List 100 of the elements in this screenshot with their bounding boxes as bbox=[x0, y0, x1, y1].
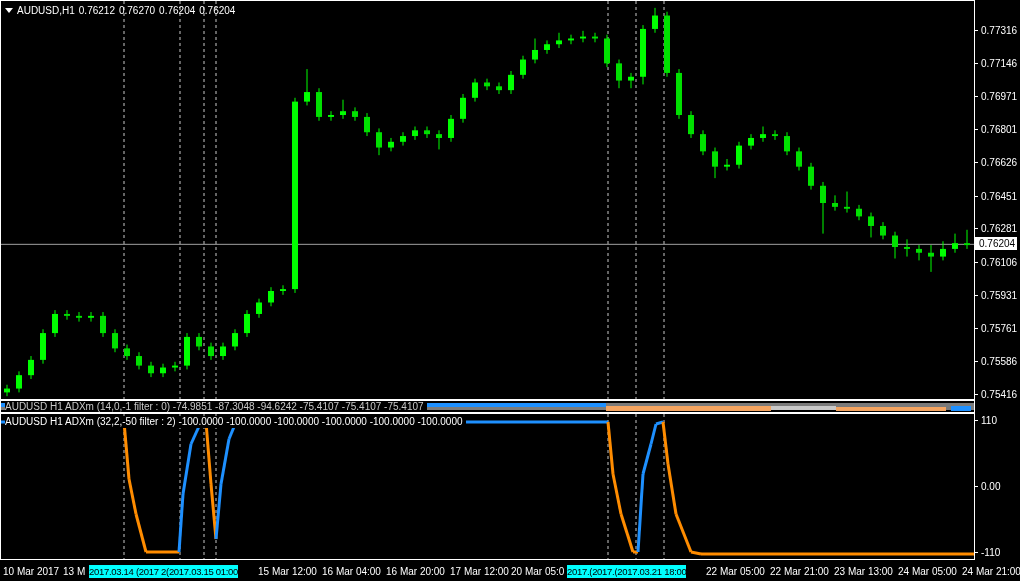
candlestick bbox=[832, 194, 838, 212]
candlestick bbox=[400, 131, 406, 147]
indicator-axis-label: 0.00 bbox=[975, 480, 1020, 493]
time-label: 17 Mar 12:00 bbox=[450, 566, 509, 577]
candlestick bbox=[388, 137, 394, 152]
candlestick bbox=[148, 361, 154, 378]
time-marker: 2017.03.21 18:00 bbox=[617, 565, 687, 578]
candlestick bbox=[784, 131, 790, 156]
candlestick bbox=[808, 162, 814, 191]
candlestick bbox=[760, 125, 766, 143]
candlestick bbox=[256, 298, 262, 319]
time-label: 15 Mar 12:00 bbox=[258, 566, 317, 577]
time-label: 10 Mar 2017 bbox=[3, 566, 60, 577]
symbol-title: AUDUSD,H1 bbox=[17, 5, 75, 16]
candlestick bbox=[772, 129, 778, 141]
candlestick bbox=[544, 39, 550, 55]
candlestick bbox=[52, 309, 58, 338]
candlestick bbox=[700, 129, 706, 156]
price-label: 0.76971 bbox=[975, 90, 1018, 104]
candlestick bbox=[856, 204, 862, 221]
price-label: 0.75761 bbox=[975, 321, 1018, 335]
price-label: 0.76281 bbox=[975, 222, 1018, 236]
time-marker: 2017.03.15 01:00 bbox=[168, 565, 239, 578]
indicator-title: AUDUSD H1 ADXm (14,0,-1 filter : 0) -74.9851 -87.3048 -94.6242 -75.4107 -75.4107 -75.4107 bbox=[5, 401, 427, 412]
candlestick bbox=[928, 244, 934, 273]
candlestick bbox=[376, 127, 382, 156]
candlestick bbox=[196, 332, 202, 351]
quote-value: 0.76204 bbox=[199, 5, 236, 16]
candlestick bbox=[508, 70, 514, 95]
candlestick bbox=[484, 78, 490, 91]
candlestick bbox=[172, 361, 178, 372]
candlestick bbox=[652, 7, 658, 34]
candlestick bbox=[736, 141, 742, 170]
candlestick bbox=[796, 147, 802, 171]
candlestick bbox=[472, 78, 478, 103]
candlestick bbox=[28, 355, 34, 380]
candlestick bbox=[532, 37, 538, 64]
candlestick bbox=[124, 344, 130, 361]
price-label: 0.75931 bbox=[975, 289, 1018, 303]
candlestick bbox=[88, 311, 94, 323]
candlestick bbox=[436, 129, 442, 150]
candlestick bbox=[520, 55, 526, 80]
quote-value: 0.76270 bbox=[118, 5, 156, 16]
candlestick bbox=[688, 110, 694, 139]
candlestick bbox=[940, 240, 946, 261]
price-label: 0.76801 bbox=[975, 122, 1018, 136]
time-label: 24 Mar 21:00 bbox=[962, 566, 1020, 577]
time-label: 16 Mar 20:00 bbox=[386, 566, 445, 577]
candlestick bbox=[364, 112, 370, 137]
indicator-axis-label: -110 bbox=[975, 546, 1020, 559]
price-label: 0.77146 bbox=[975, 56, 1018, 70]
price-label: 0.75586 bbox=[975, 355, 1018, 369]
caret-icon[interactable] bbox=[5, 8, 13, 13]
candlestick bbox=[268, 286, 274, 307]
indicator-axis-label: 110 bbox=[975, 414, 1020, 427]
candlestick bbox=[496, 81, 502, 95]
time-label: 13 M bbox=[63, 566, 86, 577]
current-price-label: 0.76204 bbox=[975, 236, 1018, 250]
time-label: 24 Mar 05:00 bbox=[898, 566, 957, 577]
candlestick bbox=[16, 370, 22, 393]
candlestick bbox=[76, 311, 82, 323]
price-label: 0.76626 bbox=[975, 156, 1018, 170]
time-label: 20 Mar 05:0 bbox=[511, 566, 565, 577]
candlestick bbox=[868, 212, 874, 238]
time-marker: 2017.( bbox=[567, 565, 593, 578]
candlestick bbox=[448, 114, 454, 143]
candlestick bbox=[244, 309, 250, 338]
candlestick bbox=[112, 328, 118, 353]
candlestick bbox=[568, 34, 574, 45]
time-label: 22 Mar 05:00 bbox=[706, 566, 765, 577]
price-label: 0.76106 bbox=[975, 255, 1018, 269]
candlestick bbox=[748, 133, 754, 150]
indicator-title: AUDUSD H1 ADXm (32,2,-50 filter : 2) -100.0000 -100.0000 -100.0000 -100.0000 -100.0000 -100.0000 bbox=[5, 416, 466, 428]
candlestick bbox=[352, 106, 358, 122]
candlestick bbox=[892, 231, 898, 259]
candlestick bbox=[280, 284, 286, 296]
price-label: 0.77316 bbox=[975, 24, 1018, 38]
candlestick bbox=[628, 72, 634, 89]
price-label: 0.76451 bbox=[975, 189, 1018, 203]
candlestick bbox=[556, 32, 562, 49]
candlestick bbox=[328, 110, 334, 122]
candlestick bbox=[460, 93, 466, 124]
candlestick bbox=[904, 238, 910, 258]
time-label: 22 Mar 21:00 bbox=[770, 566, 829, 577]
candlestick bbox=[964, 229, 970, 250]
candlestick bbox=[724, 158, 730, 171]
candlestick bbox=[820, 181, 826, 235]
time-marker: 2017.03.14 ( bbox=[89, 565, 139, 578]
candlestick bbox=[844, 191, 850, 214]
candlestick bbox=[304, 68, 310, 106]
candlestick bbox=[64, 309, 70, 321]
candlestick bbox=[616, 59, 622, 89]
candlestick bbox=[916, 244, 922, 261]
quote-value: 0.76204 bbox=[159, 5, 196, 16]
time-marker: 2017.( bbox=[592, 565, 618, 578]
candlestick bbox=[100, 311, 106, 338]
candlestick bbox=[712, 147, 718, 179]
time-label: 23 Mar 13:00 bbox=[834, 566, 893, 577]
quote-value: 0.76212 bbox=[78, 5, 115, 16]
candlestick bbox=[952, 233, 958, 254]
